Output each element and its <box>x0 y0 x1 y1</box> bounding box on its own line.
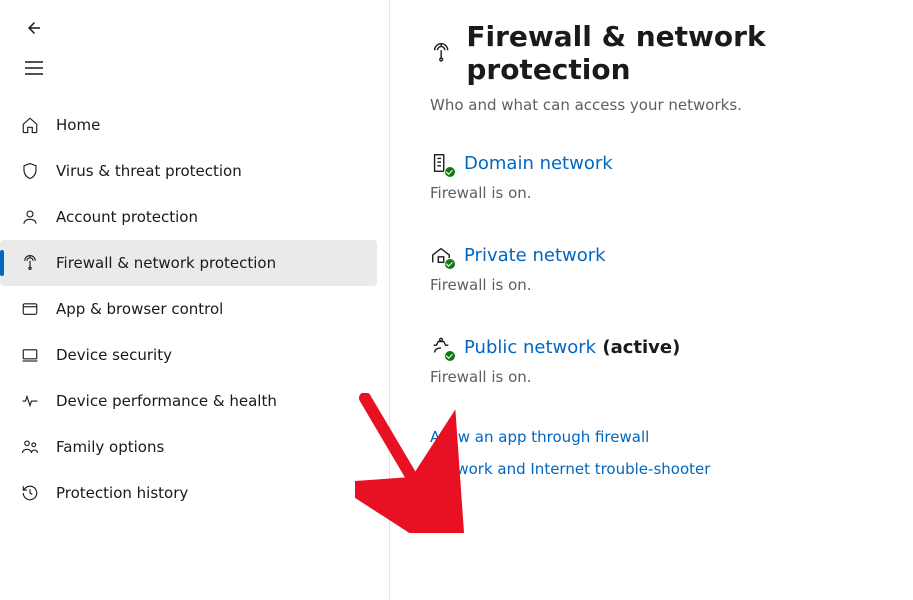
sidebar-item-label: Virus & threat protection <box>56 162 242 180</box>
active-label: (active) <box>596 337 680 358</box>
sidebar: Home Virus & threat protection Account p… <box>0 0 390 600</box>
sidebar-item-performance[interactable]: Device performance & health <box>0 378 377 424</box>
domain-network-icon <box>430 152 452 174</box>
checkmark-badge-icon <box>444 258 456 270</box>
page-subtitle: Who and what can access your networks. <box>430 96 873 114</box>
main-content: Firewall & network protection Who and wh… <box>390 0 913 600</box>
shield-icon <box>20 161 40 181</box>
sidebar-item-firewall[interactable]: Firewall & network protection <box>0 240 377 286</box>
sidebar-item-device-security[interactable]: Device security <box>0 332 377 378</box>
sidebar-item-label: Device performance & health <box>56 392 277 410</box>
network-status: Firewall is on. <box>430 368 873 386</box>
allow-app-link[interactable]: Allow an app through firewall <box>430 428 873 446</box>
page-title: Firewall & network protection <box>466 20 873 86</box>
checkmark-badge-icon <box>444 166 456 178</box>
family-icon <box>20 437 40 457</box>
sidebar-item-family[interactable]: Family options <box>0 424 377 470</box>
sidebar-item-home[interactable]: Home <box>0 102 377 148</box>
network-section-public: Public network (active) Firewall is on. <box>430 336 873 386</box>
account-icon <box>20 207 40 227</box>
sidebar-item-virus[interactable]: Virus & threat protection <box>0 148 377 194</box>
sidebar-item-account[interactable]: Account protection <box>0 194 377 240</box>
hamburger-icon <box>25 61 43 75</box>
private-network-icon <box>430 244 452 266</box>
back-button[interactable] <box>14 12 54 44</box>
checkmark-badge-icon <box>444 350 456 362</box>
device-security-icon <box>20 345 40 365</box>
sidebar-item-app-browser[interactable]: App & browser control <box>0 286 377 332</box>
sidebar-item-label: Device security <box>56 346 172 364</box>
sidebar-item-label: Firewall & network protection <box>56 254 276 272</box>
sidebar-item-history[interactable]: Protection history <box>0 470 377 516</box>
home-icon <box>20 115 40 135</box>
private-network-link[interactable]: Private network <box>464 245 606 266</box>
domain-network-link[interactable]: Domain network <box>464 153 613 174</box>
network-section-domain: Domain network Firewall is on. <box>430 152 873 202</box>
public-network-link[interactable]: Public network <box>464 337 596 358</box>
firewall-page-icon <box>430 40 452 66</box>
sidebar-item-label: App & browser control <box>56 300 223 318</box>
app-browser-icon <box>20 299 40 319</box>
sidebar-item-label: Home <box>56 116 100 134</box>
network-status: Firewall is on. <box>430 184 873 202</box>
sidebar-item-label: Account protection <box>56 208 198 226</box>
firewall-icon <box>20 253 40 273</box>
troubleshooter-link[interactable]: Network and Internet trouble-shooter <box>430 460 873 478</box>
sidebar-item-label: Family options <box>56 438 164 456</box>
heartbeat-icon <box>20 391 40 411</box>
network-section-private: Private network Firewall is on. <box>430 244 873 294</box>
page-title-row: Firewall & network protection <box>430 20 873 86</box>
hamburger-button[interactable] <box>14 52 54 84</box>
network-status: Firewall is on. <box>430 276 873 294</box>
sidebar-item-label: Protection history <box>56 484 188 502</box>
history-icon <box>20 483 40 503</box>
public-network-icon <box>430 336 452 358</box>
back-arrow-icon <box>25 19 43 37</box>
